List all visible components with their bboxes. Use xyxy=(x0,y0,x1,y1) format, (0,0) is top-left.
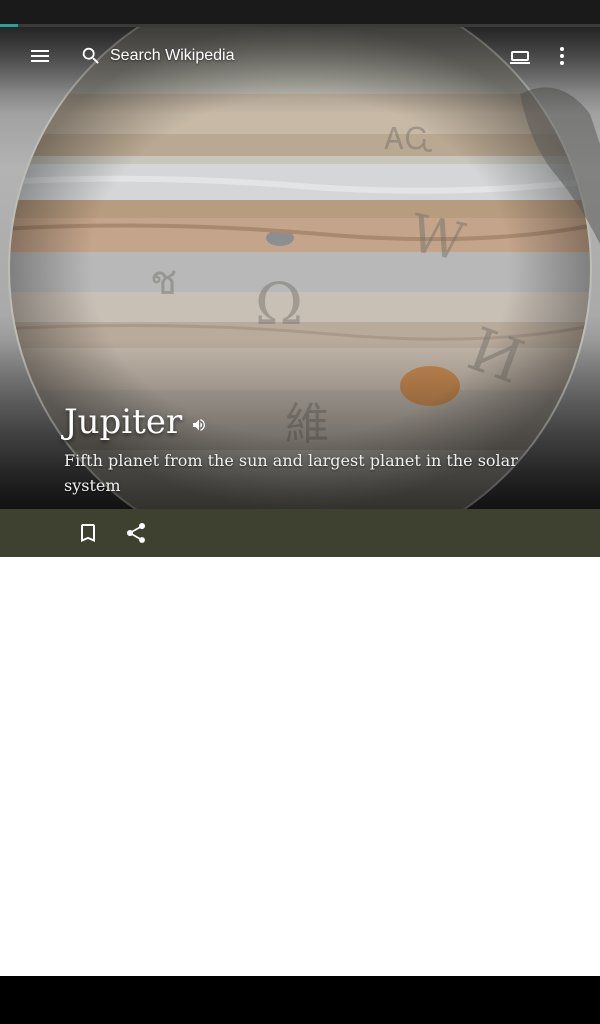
page-load-progress-fill xyxy=(0,24,18,27)
bookmark-outline-icon xyxy=(81,524,95,542)
tabs-button[interactable] xyxy=(500,36,540,76)
menu-button[interactable] xyxy=(20,36,60,76)
system-navigation-bar xyxy=(0,976,600,1024)
svg-text:ช: ช xyxy=(150,258,177,304)
magnifier-icon xyxy=(82,47,99,64)
search-placeholder: Search Wikipedia xyxy=(110,47,235,64)
svg-text:ᎪᏩ: ᎪᏩ xyxy=(384,122,434,157)
overflow-menu-button[interactable] xyxy=(542,36,582,76)
article-title: Jupiter xyxy=(64,402,183,442)
share-button[interactable] xyxy=(116,513,156,553)
hamburger-menu-icon xyxy=(31,50,49,62)
article-content-area[interactable] xyxy=(0,557,600,976)
article-screen: Ω W И 維 ᎪᏩ ช Search Wikipe xyxy=(0,0,600,1024)
save-article-button[interactable] xyxy=(68,513,108,553)
article-description: Fifth planet from the sun and largest pl… xyxy=(64,451,518,495)
pronunciation-audio-button[interactable] xyxy=(191,417,207,433)
status-bar xyxy=(0,0,600,24)
vertical-dots-icon xyxy=(560,47,564,65)
share-icon xyxy=(126,523,146,543)
tabs-icon xyxy=(510,51,530,64)
svg-text:Ω: Ω xyxy=(255,270,303,338)
search-bar[interactable]: Search Wikipedia xyxy=(80,36,380,76)
speaker-icon xyxy=(193,419,206,431)
article-header: Jupiter Fifth planet from the sun and la… xyxy=(64,400,534,498)
top-toolbar: Search Wikipedia xyxy=(0,28,600,84)
article-action-bar xyxy=(0,509,600,557)
page-load-progress xyxy=(0,24,600,27)
